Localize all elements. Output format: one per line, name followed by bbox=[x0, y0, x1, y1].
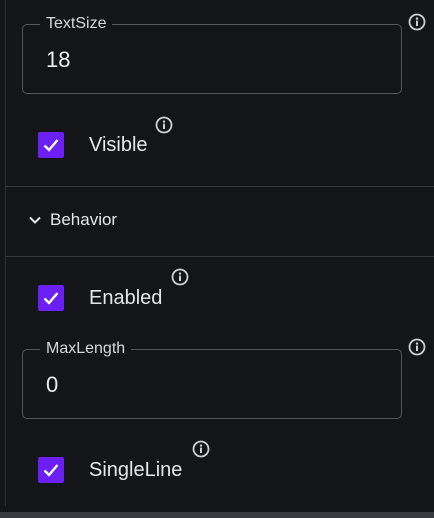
enabled-label: Enabled bbox=[89, 287, 163, 309]
max-length-value[interactable]: 0 bbox=[46, 372, 58, 398]
visible-checkbox[interactable] bbox=[38, 132, 64, 158]
panel-left-border bbox=[5, 0, 6, 506]
section-divider bbox=[5, 256, 434, 257]
visible-checkbox-row[interactable]: Visible bbox=[38, 131, 148, 159]
chevron-down-icon bbox=[29, 216, 41, 224]
single-line-checkbox-row[interactable]: SingleLine bbox=[38, 456, 182, 484]
info-icon[interactable] bbox=[171, 268, 189, 286]
info-icon[interactable] bbox=[192, 440, 210, 458]
text-size-value[interactable]: 18 bbox=[46, 47, 70, 73]
behavior-section-header[interactable]: Behavior bbox=[26, 206, 117, 234]
text-size-label: TextSize bbox=[40, 15, 113, 33]
text-size-field[interactable]: TextSize 18 bbox=[22, 15, 402, 94]
properties-panel: TextSize 18 Visible Behavior Enabled Max… bbox=[0, 0, 434, 518]
visible-label: Visible bbox=[89, 134, 148, 156]
enabled-checkbox[interactable] bbox=[38, 285, 64, 311]
single-line-checkbox[interactable] bbox=[38, 457, 64, 483]
horizontal-scrollbar[interactable] bbox=[0, 512, 434, 518]
behavior-section-label: Behavior bbox=[50, 210, 118, 229]
check-icon bbox=[43, 139, 59, 152]
single-line-label: SingleLine bbox=[89, 459, 183, 481]
max-length-field[interactable]: MaxLength 0 bbox=[22, 340, 402, 419]
info-icon[interactable] bbox=[408, 13, 426, 31]
max-length-label: MaxLength bbox=[40, 340, 132, 358]
section-divider bbox=[5, 186, 434, 187]
check-icon bbox=[43, 292, 59, 305]
info-icon[interactable] bbox=[408, 338, 426, 356]
info-icon[interactable] bbox=[155, 116, 173, 134]
enabled-checkbox-row[interactable]: Enabled bbox=[38, 284, 162, 312]
check-icon bbox=[43, 464, 59, 477]
